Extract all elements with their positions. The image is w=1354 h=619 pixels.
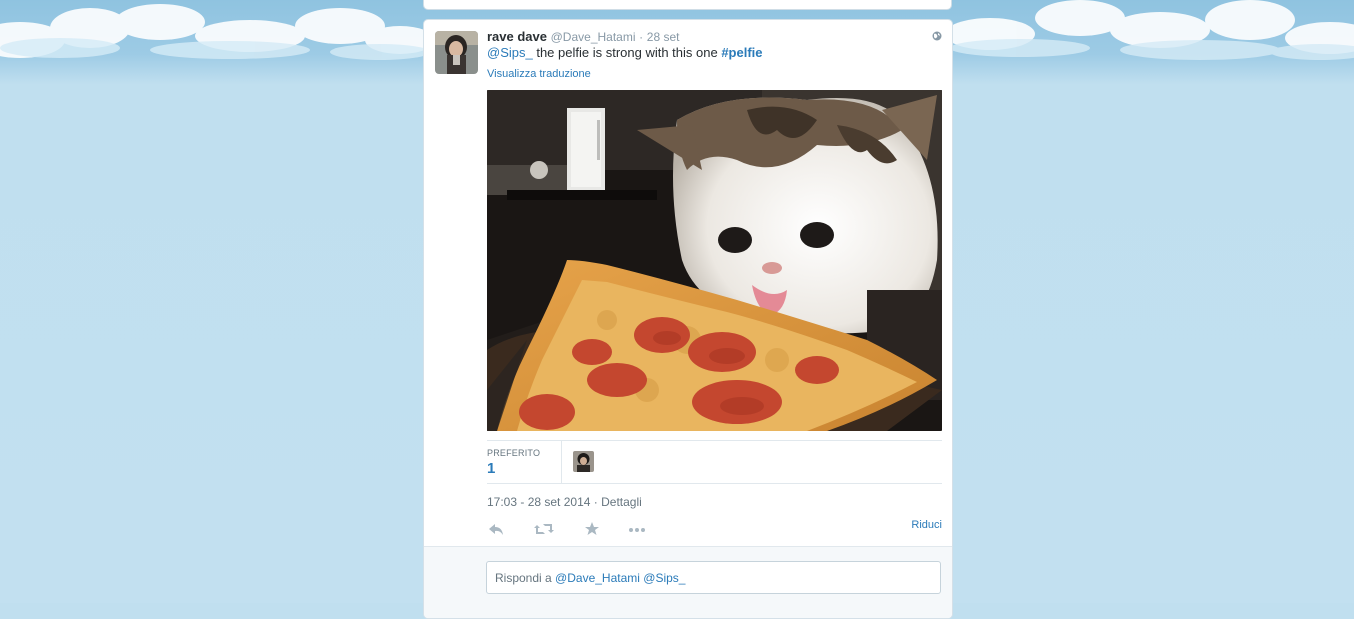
reply-input[interactable]: Rispondi a @Dave_Hatami @Sips_ [486,561,941,594]
reply-prefix: Rispondi a [495,571,556,585]
stats-divider [561,441,562,483]
favorites-label: PREFERITO [487,448,541,458]
author-handle[interactable]: @Dave_Hatami [551,30,636,44]
favorites-count[interactable]: 1 [487,460,495,477]
tweet-photo[interactable] [487,90,942,431]
details-link[interactable]: Dettagli [601,495,642,509]
tweet-body: the pelfie is strong with this one [532,45,722,60]
more-icon[interactable] [627,519,647,539]
tweet-meta: 17:03 - 28 set 2014 · Dettagli [487,495,642,509]
tweet-actions: Riduci [487,519,942,539]
header-separator: · [639,30,644,44]
favoriter-avatar[interactable] [573,451,594,472]
tweet-stats: PREFERITO 1 [487,440,942,484]
meta-separator: · [593,495,598,509]
reply-icon[interactable] [487,519,507,539]
author-name[interactable]: rave dave [487,29,547,44]
author-avatar[interactable] [435,31,478,74]
retweet-icon[interactable] [533,519,555,539]
tweet-hashtag[interactable]: #pelfie [721,45,762,60]
reply-mention-1: @Dave_Hatami [555,571,640,585]
tweet-text: @Sips_ the pelfie is strong with this on… [487,44,763,61]
star-icon[interactable] [582,519,602,539]
previous-tweet-card [423,0,952,10]
translate-link[interactable]: Visualizza traduzione [487,68,591,80]
reply-mention-2: @Sips_ [643,571,686,585]
tweet-card[interactable]: rave dave @Dave_Hatami · 28 set @Sips_ t… [423,19,953,619]
tweet-timestamp: 17:03 - 28 set 2014 [487,495,591,509]
tweet-date[interactable]: 28 set [647,30,680,44]
tweet-mention[interactable]: @Sips_ [487,45,533,60]
collapse-link[interactable]: Riduci [911,519,942,531]
reply-area: Rispondi a @Dave_Hatami @Sips_ [424,546,952,618]
globe-icon [932,31,942,41]
